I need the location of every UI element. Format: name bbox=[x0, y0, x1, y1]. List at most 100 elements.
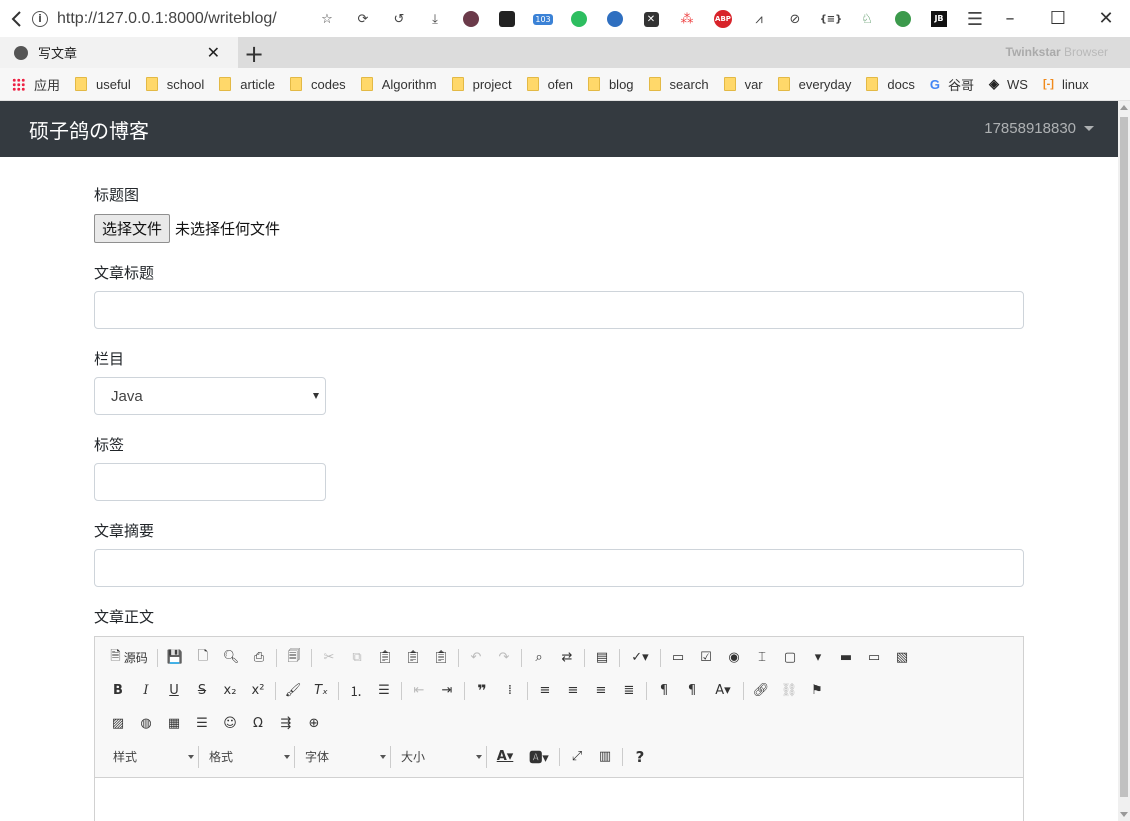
minimize-icon[interactable]: – bbox=[986, 0, 1034, 36]
scroll-up-icon[interactable] bbox=[1120, 105, 1128, 110]
cut-icon[interactable]: ✂ bbox=[318, 647, 340, 669]
page-scrollbar[interactable] bbox=[1118, 101, 1130, 821]
bookmark-item[interactable]: everyday bbox=[777, 77, 851, 92]
close-tab-icon[interactable]: ✕ bbox=[207, 43, 220, 62]
earth-extension-icon[interactable] bbox=[890, 6, 916, 32]
dots-extension-icon[interactable] bbox=[494, 6, 520, 32]
scroll-thumb[interactable] bbox=[1120, 117, 1128, 797]
special-char-icon[interactable]: Ω bbox=[247, 713, 269, 735]
avatar-extension-icon[interactable] bbox=[458, 6, 484, 32]
bookmark-item[interactable]: article bbox=[219, 77, 275, 92]
bookmark-item[interactable]: ◈ WS bbox=[989, 76, 1028, 92]
link-icon[interactable]: 🔗︎ bbox=[750, 680, 772, 702]
language-icon[interactable]: A▾ bbox=[709, 680, 737, 702]
evernote-icon[interactable] bbox=[566, 6, 592, 32]
bookmark-item[interactable]: codes bbox=[289, 77, 346, 92]
align-left-icon[interactable]: ≡ bbox=[534, 680, 556, 702]
bookmark-item[interactable]: G 谷哥 bbox=[930, 75, 974, 94]
graph-extension-icon[interactable]: ⩘ bbox=[746, 6, 772, 32]
select-all-icon[interactable]: ▤ bbox=[591, 647, 613, 669]
bookmark-item[interactable]: project bbox=[451, 77, 512, 92]
choose-file-button[interactable]: 选择文件 bbox=[94, 214, 171, 243]
redo-icon[interactable]: ↷ bbox=[493, 647, 515, 669]
x-extension-icon[interactable]: ✕ bbox=[638, 6, 664, 32]
checkbox-icon[interactable]: ☑ bbox=[695, 647, 717, 669]
bookmark-item[interactable]: Algorithm bbox=[360, 77, 437, 92]
bookmark-item[interactable]: docs bbox=[866, 77, 915, 92]
help-icon[interactable]: ? bbox=[629, 746, 651, 768]
paste-icon[interactable]: 📋︎ bbox=[374, 647, 396, 669]
network-extension-icon[interactable]: ⁂ bbox=[674, 6, 700, 32]
remove-format-icon[interactable]: Tₓ bbox=[310, 680, 332, 702]
adblock-icon[interactable]: ABP bbox=[710, 6, 736, 32]
sync-extension-icon[interactable]: ⊘ bbox=[782, 6, 808, 32]
download-icon[interactable]: ⤓ bbox=[422, 6, 448, 32]
textarea-icon[interactable]: ▢ bbox=[779, 647, 801, 669]
evernote-clip-icon[interactable]: ♘ bbox=[854, 6, 880, 32]
bookmark-item[interactable]: search bbox=[648, 77, 709, 92]
unlink-icon[interactable]: ⛓ bbox=[778, 680, 800, 702]
align-justify-icon[interactable]: ≣ bbox=[618, 680, 640, 702]
image-button-icon[interactable]: ▭ bbox=[863, 647, 885, 669]
page-break-icon[interactable]: ⇶ bbox=[275, 713, 297, 735]
horizontal-line-icon[interactable]: ☰ bbox=[191, 713, 213, 735]
bookmark-item[interactable]: [-] linux bbox=[1043, 77, 1089, 92]
new-tab-icon[interactable]: + bbox=[244, 40, 264, 68]
user-dropdown[interactable]: 17858918830 bbox=[984, 120, 1094, 137]
button-icon[interactable]: ▬ bbox=[835, 647, 857, 669]
editor-content-area[interactable] bbox=[95, 778, 1023, 821]
paste-word-icon[interactable]: 📋︎ bbox=[430, 647, 452, 669]
align-right-icon[interactable]: ≡ bbox=[590, 680, 612, 702]
indent-icon[interactable]: ⇥ bbox=[436, 680, 458, 702]
url-field[interactable]: http://127.0.0.1:8000/writeblog/ bbox=[57, 10, 327, 28]
summary-input[interactable] bbox=[94, 549, 1024, 587]
underline-icon[interactable]: U bbox=[163, 680, 185, 702]
print-icon[interactable]: ⎙ bbox=[248, 647, 270, 669]
maximize-icon[interactable]: ☐ bbox=[1034, 0, 1082, 36]
bookmark-item[interactable]: ofen bbox=[526, 77, 573, 92]
replace-icon[interactable]: ⇄ bbox=[556, 647, 578, 669]
smiley-icon[interactable]: ☺ bbox=[219, 713, 241, 735]
superscript-icon[interactable]: x² bbox=[247, 680, 269, 702]
align-center-icon[interactable]: ≡ bbox=[562, 680, 584, 702]
text-field-icon[interactable]: ⌶ bbox=[751, 647, 773, 669]
font-combo[interactable]: 字体 bbox=[299, 745, 391, 768]
copy-icon[interactable]: ⧉ bbox=[346, 647, 368, 669]
bookmark-item[interactable]: blog bbox=[587, 77, 634, 92]
json-extension-icon[interactable]: {≡} bbox=[818, 6, 844, 32]
strikethrough-icon[interactable]: S bbox=[191, 680, 213, 702]
rtl-icon[interactable]: ¶ bbox=[681, 680, 703, 702]
find-icon[interactable]: ⌕ bbox=[528, 647, 550, 669]
maximize-editor-icon[interactable]: ⤢ bbox=[566, 746, 588, 768]
bookmark-item[interactable]: useful bbox=[75, 77, 131, 92]
size-combo[interactable]: 大小 bbox=[395, 745, 487, 768]
jetbrains-extension-icon[interactable]: JB bbox=[926, 6, 952, 32]
div-container-icon[interactable]: ⁞ bbox=[499, 680, 521, 702]
back-button[interactable] bbox=[0, 0, 32, 37]
tab-active[interactable]: 写文章 ✕ bbox=[0, 37, 238, 68]
undo-icon[interactable]: ↶ bbox=[465, 647, 487, 669]
copy-format-icon[interactable]: 🖌︎ bbox=[282, 680, 304, 702]
site-title[interactable]: 硕子鸽の博客 bbox=[29, 115, 149, 144]
undo-close-icon[interactable]: ↺ bbox=[386, 6, 412, 32]
outdent-icon[interactable]: ⇤ bbox=[408, 680, 430, 702]
source-button[interactable]: 🗎 源码 bbox=[107, 647, 151, 669]
hidden-field-icon[interactable]: ▧ bbox=[891, 647, 913, 669]
templates-icon[interactable]: 🗐 bbox=[283, 647, 305, 669]
bg-color-icon[interactable]: 🅰▾ bbox=[525, 746, 553, 768]
format-combo[interactable]: 格式 bbox=[203, 745, 295, 768]
form-icon[interactable]: ▭ bbox=[667, 647, 689, 669]
close-window-icon[interactable]: ✕ bbox=[1082, 0, 1130, 36]
menu-icon[interactable]: ☰ bbox=[962, 6, 988, 32]
subscript-icon[interactable]: x₂ bbox=[219, 680, 241, 702]
table-icon[interactable]: ▦ bbox=[163, 713, 185, 735]
iframe-globe-icon[interactable]: ⊕ bbox=[303, 713, 325, 735]
globe-extension-icon[interactable] bbox=[602, 6, 628, 32]
spellcheck-icon[interactable]: ✓▾ bbox=[626, 647, 654, 669]
bold-icon[interactable]: B bbox=[107, 680, 129, 702]
category-select[interactable]: Java bbox=[94, 377, 326, 415]
radio-icon[interactable]: ◉ bbox=[723, 647, 745, 669]
new-page-icon[interactable]: 🗋 bbox=[192, 647, 214, 669]
text-color-icon[interactable]: A▾ bbox=[491, 746, 519, 768]
italic-icon[interactable]: I bbox=[135, 680, 157, 702]
